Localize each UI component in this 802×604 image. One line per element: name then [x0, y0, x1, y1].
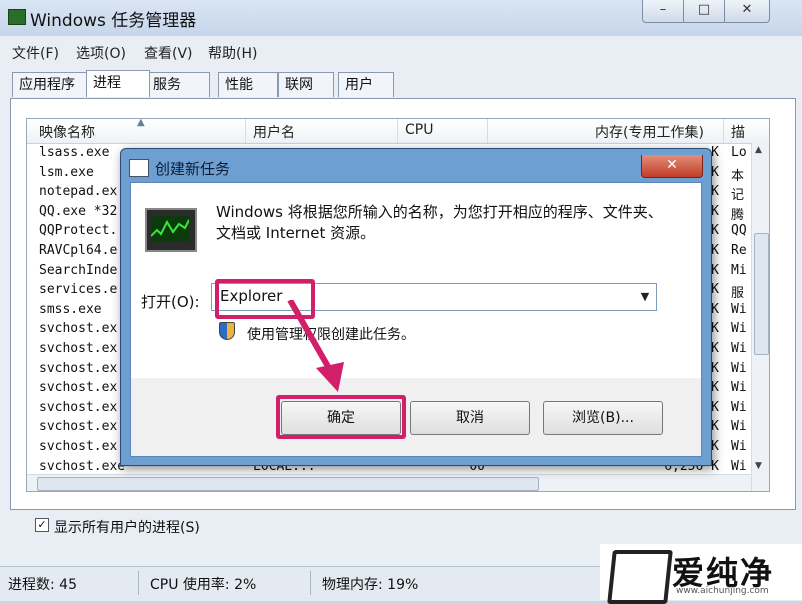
table-cell: Wi	[731, 360, 747, 376]
table-cell: Wi	[731, 321, 747, 337]
maximize-button[interactable]: □	[683, 0, 725, 23]
show-all-processes-label: 显示所有用户的进程(S)	[54, 520, 200, 536]
column-user-name[interactable]: 用户名	[253, 122, 295, 142]
dialog-title: 创建新任务	[155, 160, 231, 178]
menu-help[interactable]: 帮助(H)	[208, 43, 257, 63]
dialog-close-button[interactable]: ✕	[641, 155, 703, 178]
open-label: 打开(O):	[141, 293, 200, 311]
menu-view[interactable]: 查看(V)	[144, 43, 193, 63]
dialog-description: Windows 将根据您所输入的名称，为您打开相应的程序、文件夹、文档或 Int…	[216, 203, 663, 242]
menu-file[interactable]: 文件(F)	[12, 43, 59, 63]
monitor-icon	[145, 208, 197, 252]
column-memory[interactable]: 内存(专用工作集)	[595, 122, 704, 142]
dialog-footer: 确定 取消 浏览(B)...	[131, 378, 701, 456]
tab-services[interactable]: 服务	[146, 72, 210, 97]
dialog-title-bar: 创建新任务 ✕	[129, 155, 703, 183]
table-cell: Wi	[731, 399, 747, 415]
column-separator	[723, 119, 724, 143]
status-separator	[310, 571, 311, 595]
brand-logo-icon	[607, 550, 673, 604]
monitor-screen	[150, 216, 190, 242]
table-cell: 腾	[731, 207, 745, 223]
scroll-up-icon[interactable]: ▲	[755, 145, 762, 155]
tab-applications[interactable]: 应用程序	[12, 72, 92, 97]
table-cell: Wi	[731, 439, 747, 454]
table-cell: Wi	[731, 458, 747, 474]
watermark-url: www.aichunjing.com	[676, 586, 769, 596]
checkbox-check-icon[interactable]: ✓	[35, 518, 49, 532]
table-cell: Re	[731, 243, 747, 258]
column-image-name[interactable]: 映像名称	[39, 122, 95, 142]
table-cell: 本	[731, 168, 745, 184]
horizontal-scroll-thumb[interactable]	[37, 477, 539, 491]
table-cell: 记	[731, 188, 745, 204]
table-cell: Mi	[731, 262, 747, 278]
run-icon	[129, 159, 149, 177]
column-separator	[245, 119, 246, 143]
create-new-task-dialog: 创建新任务 ✕ Windows 将根据您所输入的名称，为您打开相应的程序、文件夹…	[120, 148, 712, 466]
tab-networking[interactable]: 联网	[278, 72, 334, 97]
minimize-button[interactable]: –	[642, 0, 684, 23]
sort-ascending-icon: ▲	[137, 118, 145, 128]
table-cell: Wi	[731, 301, 747, 317]
browse-button[interactable]: 浏览(B)...	[543, 401, 663, 435]
table-cell: QQ	[731, 223, 747, 239]
table-cell: 服	[731, 286, 745, 302]
window-title: Windows 任务管理器	[30, 11, 197, 31]
ok-highlight-box	[276, 395, 406, 439]
uac-shield-icon	[219, 322, 235, 340]
column-separator	[487, 119, 488, 143]
cancel-button[interactable]: 取消	[410, 401, 530, 435]
task-manager-icon	[8, 9, 26, 25]
tab-processes[interactable]: 进程	[86, 70, 150, 97]
status-separator	[138, 571, 139, 595]
menu-bar: 文件(F) 选项(O) 查看(V) 帮助(H)	[0, 40, 802, 64]
horizontal-scrollbar[interactable]	[27, 474, 751, 491]
table-cell: Wi	[731, 419, 747, 435]
table-cell: Lo	[731, 145, 747, 160]
activity-graph-icon	[150, 219, 190, 237]
vertical-scroll-thumb[interactable]	[754, 233, 769, 355]
table-cell: Wi	[731, 380, 747, 396]
status-memory: 物理内存: 19%	[322, 577, 419, 593]
vertical-scrollbar[interactable]: ▲ ▼	[751, 143, 769, 491]
column-cpu[interactable]: CPU	[405, 122, 433, 138]
scroll-down-icon[interactable]: ▼	[755, 461, 762, 471]
list-header: 映像名称 ▲ 用户名 CPU 内存(专用工作集) 描	[27, 119, 769, 144]
title-bar: Windows 任务管理器 – □ ✕	[0, 0, 802, 36]
close-button[interactable]: ✕	[724, 0, 770, 23]
tab-users[interactable]: 用户	[338, 72, 394, 97]
column-separator	[397, 119, 398, 143]
dialog-body: Windows 将根据您所输入的名称，为您打开相应的程序、文件夹、文档或 Int…	[130, 182, 702, 457]
table-cell: Wi	[731, 341, 747, 356]
status-cpu-usage: CPU 使用率: 2%	[150, 577, 257, 593]
menu-options[interactable]: 选项(O)	[76, 43, 126, 63]
tab-performance[interactable]: 性能	[218, 72, 278, 97]
pointer-arrow-annotation	[287, 300, 344, 392]
show-all-processes-checkbox[interactable]: ✓ 显示所有用户的进程(S)	[35, 517, 200, 537]
watermark: 爱纯净 www.aichunjing.com	[600, 544, 802, 604]
dropdown-arrow-icon[interactable]: ▼	[636, 287, 654, 307]
status-process-count: 进程数: 45	[8, 577, 77, 593]
column-description[interactable]: 描	[731, 122, 745, 142]
